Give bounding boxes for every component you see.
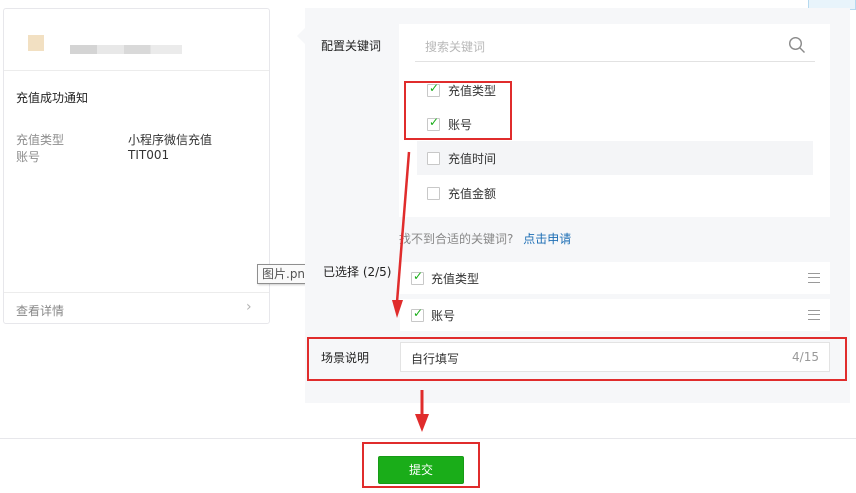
arrow-head-icon (392, 300, 403, 318)
annotation-arrows (392, 151, 429, 432)
arrow-head-icon (415, 414, 429, 432)
